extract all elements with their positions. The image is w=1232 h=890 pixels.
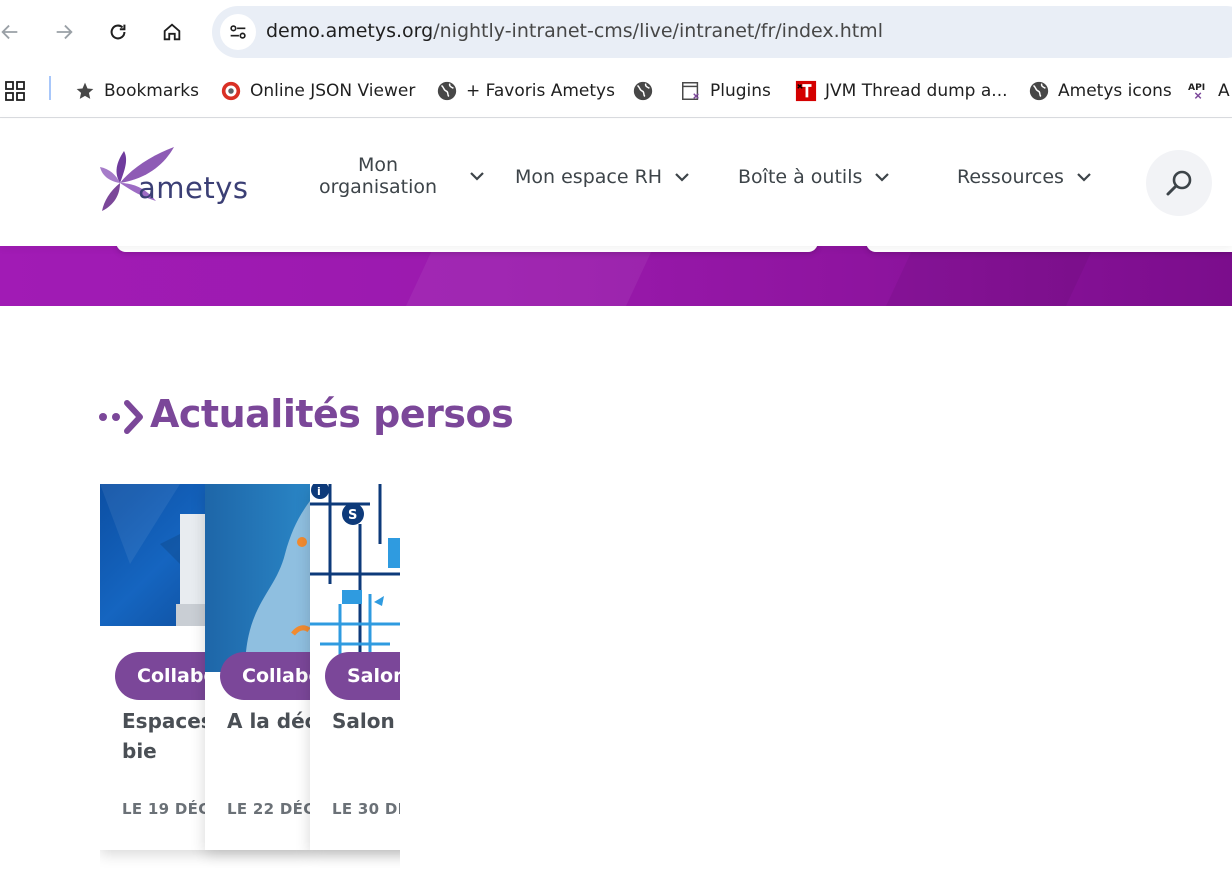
news-card-date: LE 30 DE [332, 800, 400, 818]
social-network-illustration-icon: i S [310, 484, 400, 672]
bookmark-label: Online JSON Viewer [250, 81, 416, 101]
url-text: demo.ametys.org/nightly-intranet-cms/liv… [266, 20, 883, 42]
news-card[interactable]: i S Salon Salon d LE 30 DE [310, 484, 400, 850]
bookmark-label: A [1218, 81, 1230, 101]
home-button[interactable] [156, 16, 188, 48]
chevron-down-icon [1077, 173, 1091, 182]
browser-toolbar: demo.ametys.org/nightly-intranet-cms/liv… [0, 0, 1232, 64]
home-icon [163, 23, 181, 41]
news-card-title[interactable]: Salon d [332, 706, 400, 736]
section-title: Actualités persos [98, 392, 514, 436]
back-button[interactable] [0, 16, 26, 48]
hero-banner [0, 246, 1232, 306]
bookmark-ametys-icons[interactable]: Ametys icons [1028, 76, 1172, 106]
menu-mon-organisation[interactable]: Mon organisation [319, 154, 487, 198]
apps-grid-icon [4, 80, 26, 102]
menu-label: Mon organisation [319, 154, 437, 198]
menu-label: Boîte à outils [738, 166, 863, 188]
menu-ressources[interactable]: Ressources [957, 166, 1094, 188]
star-icon [74, 80, 96, 102]
search-icon [1166, 170, 1192, 196]
banner-decoration [406, 246, 654, 306]
reload-icon [110, 24, 126, 40]
menu-label-line1: Mon [358, 154, 399, 176]
bookmark-label: Plugins [710, 81, 771, 101]
menu-boite-a-outils[interactable]: Boîte à outils [738, 166, 892, 188]
tune-icon [230, 25, 246, 39]
bookmark-json-viewer[interactable]: Online JSON Viewer [220, 76, 415, 106]
banner-decoration [886, 246, 1094, 306]
svg-text:S: S [348, 508, 357, 523]
back-arrow-icon [1, 24, 18, 40]
chevron-down-icon [675, 173, 689, 182]
chevron-down-icon [875, 173, 890, 182]
globe-icon [436, 80, 458, 102]
forward-arrow-icon [56, 24, 73, 40]
bookmark-api[interactable]: API A [1188, 76, 1230, 106]
apps-button[interactable] [4, 76, 26, 106]
news-card-tag[interactable]: Salon [325, 652, 400, 700]
chevron-down-icon [470, 172, 484, 181]
url-host: demo.ametys.org [266, 20, 434, 42]
reload-button[interactable] [102, 16, 134, 48]
globe-icon [632, 80, 654, 102]
address-bar[interactable]: demo.ametys.org/nightly-intranet-cms/liv… [212, 6, 1232, 58]
forward-button[interactable] [48, 16, 80, 48]
search-button[interactable] [1146, 150, 1212, 216]
bookmark-label: + Favoris Ametys [466, 81, 615, 101]
menu-label: Ressources [957, 166, 1064, 188]
bookmarks-bar: Bookmarks Online JSON Viewer + Favoris A… [0, 64, 1232, 118]
menu-label-line2: organisation [319, 176, 438, 198]
svg-text:API: API [1188, 82, 1205, 93]
news-card-image: i S [310, 484, 400, 672]
bookmark-jvm-thread-dump[interactable]: JVM Thread dump a... [795, 76, 1008, 106]
svg-text:i: i [317, 485, 321, 498]
bookmark-globe[interactable] [632, 76, 662, 106]
bookmark-plugins[interactable]: Plugins [680, 76, 771, 106]
globe-icon [1028, 80, 1050, 102]
banner-card-left [116, 246, 818, 252]
api-icon: API [1188, 80, 1210, 102]
bookmark-label: Ametys icons [1058, 81, 1172, 101]
bookmarks-separator [49, 76, 51, 100]
news-card-date: LE 22 DÉC [227, 800, 315, 818]
bookmark-label: Bookmarks [104, 81, 199, 101]
news-carousel: Collabo Espaces collabor pour bie LE 19 … [100, 484, 400, 890]
site-info-button[interactable] [220, 14, 256, 50]
logo-text: ametys [138, 171, 249, 205]
bookmark-favoris-ametys[interactable]: + Favoris Ametys [436, 76, 615, 106]
dotted-arrow-icon [99, 400, 143, 434]
plugin-page-icon [680, 80, 702, 102]
section-heading: Actualités persos [150, 392, 514, 436]
bookmark-bookmarks[interactable]: Bookmarks [74, 76, 199, 106]
site-header: ametys Mon organisation Mon espace RH Bo… [0, 119, 1232, 246]
menu-label: Mon espace RH [515, 166, 663, 188]
bookmark-label: JVM Thread dump a... [825, 81, 1008, 101]
menu-mon-espace-rh[interactable]: Mon espace RH [515, 166, 692, 188]
json-viewer-icon [220, 80, 242, 102]
ametys-logo[interactable]: ametys [98, 145, 248, 215]
jvm-icon [795, 80, 817, 102]
url-path: /nightly-intranet-cms/live/intranet/fr/i… [433, 20, 883, 42]
banner-card-right [866, 246, 1232, 252]
